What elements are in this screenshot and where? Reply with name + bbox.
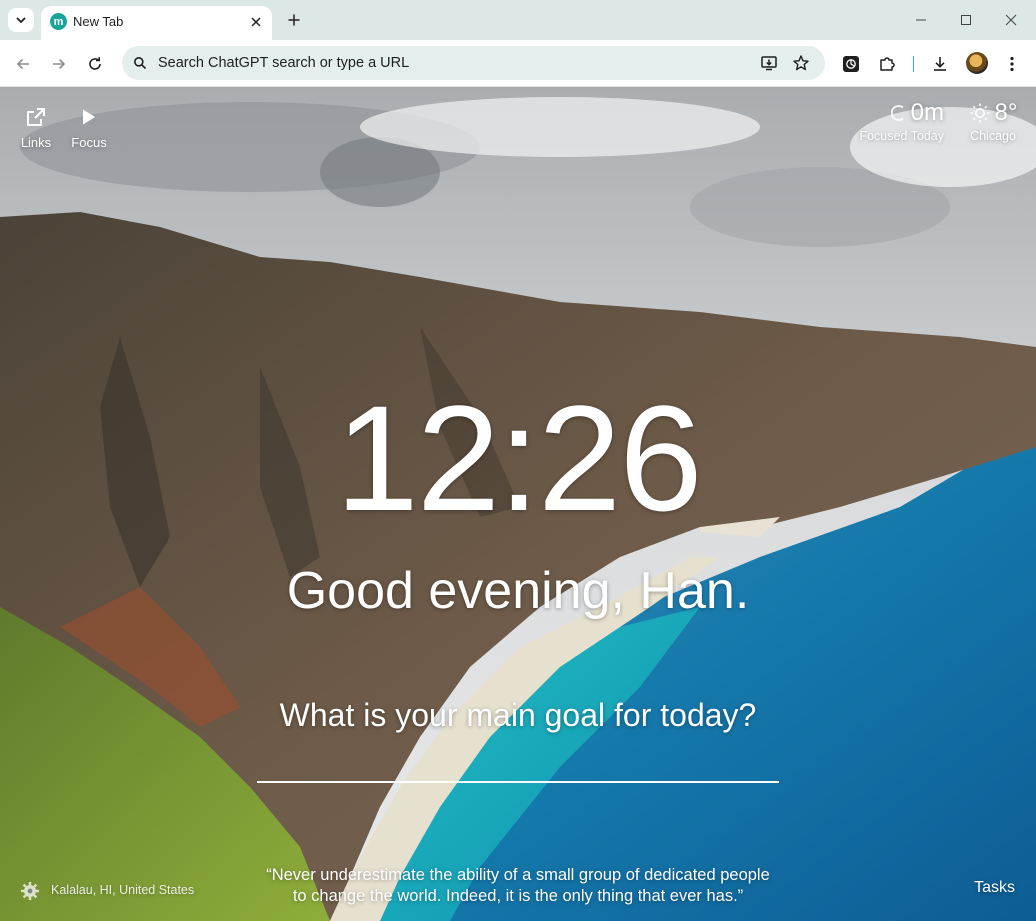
tab-strip: m New Tab — [0, 0, 1036, 40]
browser-toolbar — [0, 40, 1036, 87]
focus-button[interactable]: Focus — [64, 105, 114, 150]
tab-close-button[interactable] — [246, 12, 266, 32]
plus-icon — [288, 14, 300, 26]
tasks-button[interactable]: Tasks — [974, 879, 1015, 897]
main-goal-prompt: What is your main goal for today? — [279, 697, 757, 733]
momentum-favicon-icon: m — [50, 13, 67, 30]
tab-search-button[interactable] — [8, 8, 34, 32]
profile-avatar[interactable] — [966, 52, 988, 74]
back-button[interactable] — [9, 50, 37, 78]
quote-line-2: to change the world. Indeed, it is the o… — [292, 887, 744, 905]
install-app-button[interactable] — [759, 53, 779, 73]
tab-new-tab[interactable]: m New Tab — [41, 6, 272, 40]
extensions-puzzle-icon — [880, 57, 895, 71]
focused-today-widget[interactable]: 0m Focused Today — [852, 99, 944, 143]
photo-location[interactable]: Kalalau, HI, United States — [51, 883, 194, 897]
reload-button[interactable] — [81, 50, 109, 78]
download-icon — [934, 57, 946, 71]
settings-gear-icon[interactable] — [20, 881, 40, 901]
chevron-down-icon — [16, 17, 26, 24]
back-icon — [16, 58, 29, 70]
omnibox[interactable] — [122, 46, 825, 80]
new-tab-page: Links Focus 0m Focused Today 8° Chicago … — [0, 87, 1036, 921]
links-button[interactable]: Links — [11, 105, 61, 150]
main-goal-input[interactable] — [257, 747, 779, 783]
forward-icon — [53, 58, 66, 70]
extensions-button[interactable] — [873, 50, 901, 78]
install-app-icon — [761, 56, 777, 71]
daily-quote[interactable]: “Never underestimate the ability of a sm… — [218, 865, 818, 907]
focus-ring-icon — [890, 105, 904, 121]
forward-button[interactable] — [45, 50, 73, 78]
focused-time-value: 0m — [910, 99, 944, 126]
maximize-icon — [961, 15, 971, 25]
chatgpt-extension-icon — [843, 56, 859, 72]
browser-menu-button[interactable] — [998, 50, 1026, 78]
quote-line-1: “Never underestimate the ability of a sm… — [266, 866, 770, 884]
close-icon — [251, 17, 261, 27]
reload-icon — [89, 57, 101, 70]
search-icon — [130, 53, 150, 73]
external-link-icon — [27, 108, 45, 126]
omnibox-input[interactable] — [158, 46, 738, 80]
minimize-icon — [916, 19, 926, 21]
weather-location: Chicago — [970, 129, 1016, 143]
close-window-button[interactable] — [996, 6, 1026, 34]
bookmark-star-icon — [793, 55, 809, 71]
toolbar-divider — [913, 56, 914, 72]
close-window-icon — [1005, 14, 1017, 26]
greeting: Good evening, Han. — [286, 562, 750, 620]
sun-icon — [970, 103, 990, 123]
temperature-value: 8° — [994, 99, 1018, 126]
bookmark-button[interactable] — [791, 53, 811, 73]
downloads-button[interactable] — [926, 50, 954, 78]
focus-label: Focus — [71, 135, 107, 150]
kebab-menu-icon — [1010, 56, 1014, 72]
clock: 12:26 — [335, 374, 702, 542]
tab-title: New Tab — [73, 14, 124, 29]
play-icon — [83, 109, 95, 125]
focused-today-label: Focused Today — [859, 129, 944, 143]
minimize-button[interactable] — [906, 6, 936, 34]
weather-widget[interactable]: 8° Chicago — [958, 99, 1028, 143]
maximize-button[interactable] — [951, 6, 981, 34]
new-tab-button[interactable] — [282, 8, 306, 32]
links-label: Links — [20, 135, 52, 150]
chatgpt-extension-button[interactable] — [837, 50, 865, 78]
